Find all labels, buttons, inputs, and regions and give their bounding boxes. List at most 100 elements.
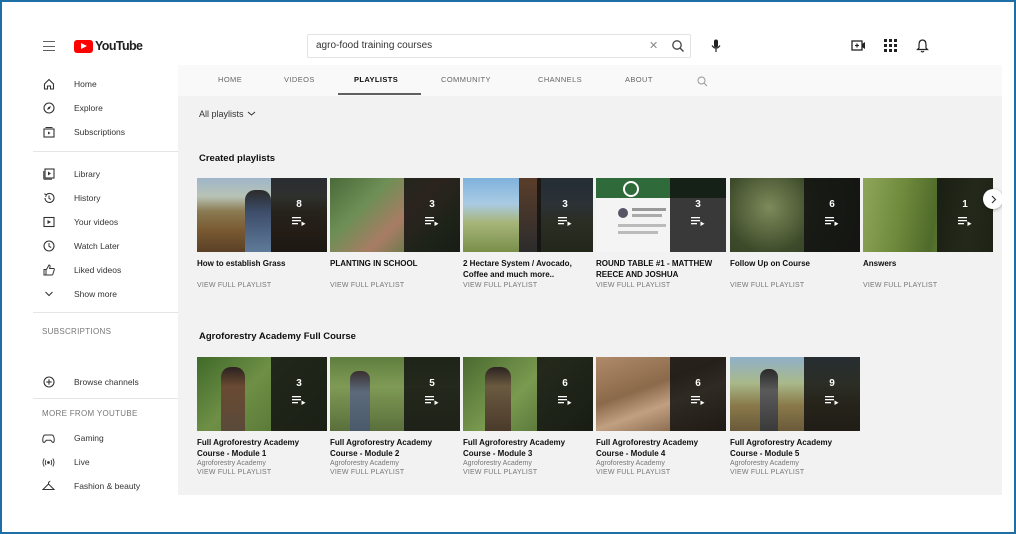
playlist-card[interactable]: 6 Follow Up on Course VIEW FULL PLAYLIST [730, 178, 860, 289]
view-full-playlist-link[interactable]: VIEW FULL PLAYLIST [463, 469, 593, 476]
playlist-thumbnail[interactable]: 8 [197, 178, 327, 252]
video-count: 3 [429, 199, 435, 210]
sidebar-item-subscriptions[interactable]: Subscriptions [33, 123, 178, 141]
playlist-title[interactable]: Full Agroforestry Academy Course - Modul… [730, 437, 860, 459]
carousel-next-button[interactable] [983, 189, 1002, 209]
playlist-card[interactable]: 8 How to establish Grass VIEW FULL PLAYL… [197, 178, 327, 289]
playlist-filter-dropdown[interactable]: All playlists [199, 109, 256, 119]
sidebar-item-library[interactable]: Library [33, 165, 178, 183]
playlist-thumbnail[interactable]: 3 [197, 357, 327, 431]
view-full-playlist-link[interactable]: VIEW FULL PLAYLIST [596, 282, 726, 289]
text-line [618, 224, 666, 227]
sidebar-item-explore[interactable]: Explore [33, 99, 178, 117]
tab-videos[interactable]: VIDEOS [284, 75, 315, 84]
playlist-thumbnail[interactable]: 5 [330, 357, 460, 431]
sidebar-divider [33, 398, 178, 399]
playlist-title[interactable]: ROUND TABLE #1 - MATTHEW REECE AND JOSHU… [596, 258, 726, 280]
view-full-playlist-link[interactable]: VIEW FULL PLAYLIST [730, 282, 860, 289]
playlist-title[interactable]: How to establish Grass [197, 258, 327, 280]
video-count: 6 [695, 378, 701, 389]
playlist-thumbnail[interactable]: 1 [863, 178, 993, 252]
video-count: 6 [829, 199, 835, 210]
youtube-window: YouTube agro-food training courses ✕ Hom… [33, 27, 1002, 495]
playlist-title[interactable]: Full Agroforestry Academy Course - Modul… [330, 437, 460, 459]
apps-grid-icon[interactable] [884, 39, 897, 57]
tab-community[interactable]: COMMUNITY [441, 75, 491, 84]
sidebar-item-label: Watch Later [74, 241, 120, 251]
view-full-playlist-link[interactable]: VIEW FULL PLAYLIST [197, 282, 327, 289]
playlist-play-icon [292, 213, 306, 231]
playlist-title[interactable]: Follow Up on Course [730, 258, 860, 280]
playlist-card[interactable]: 9 Full Agroforestry Academy Course - Mod… [730, 357, 860, 476]
channel-name[interactable]: Agroforestry Academy [596, 460, 726, 467]
view-full-playlist-link[interactable]: VIEW FULL PLAYLIST [863, 282, 993, 289]
playlist-card[interactable]: 3 2 Hectare System / Avocado, Coffee and… [463, 178, 593, 289]
search-query-text: agro-food training courses [316, 40, 433, 51]
playlist-title[interactable]: Answers [863, 258, 993, 280]
playlist-count-overlay: 3 [537, 178, 593, 252]
search-input[interactable]: agro-food training courses ✕ [307, 34, 691, 58]
playlist-thumbnail[interactable]: 6 [463, 357, 593, 431]
sidebar-item-label: Liked videos [74, 265, 122, 275]
playlist-title[interactable]: Full Agroforestry Academy Course - Modul… [596, 437, 726, 459]
close-icon[interactable]: ✕ [649, 39, 658, 52]
search-icon[interactable] [671, 38, 685, 54]
notifications-bell-icon[interactable] [916, 39, 929, 58]
playlist-thumbnail[interactable]: 9 [730, 357, 860, 431]
tab-home[interactable]: HOME [218, 75, 242, 84]
playlist-title[interactable]: PLANTING IN SCHOOL [330, 258, 460, 280]
channel-search-icon[interactable] [697, 74, 708, 92]
playlist-thumbnail[interactable]: 3 [463, 178, 593, 252]
playlist-thumbnail[interactable]: 6 [730, 178, 860, 252]
playlist-count-overlay: 5 [404, 357, 460, 431]
microphone-icon[interactable] [711, 39, 721, 58]
sidebar-item-gaming[interactable]: Gaming [33, 429, 178, 447]
compass-icon [42, 102, 55, 115]
sidebar-item-label: Fashion & beauty [74, 481, 141, 491]
sidebar-item-fashion-beauty[interactable]: Fashion & beauty [33, 477, 178, 495]
playlist-card[interactable]: 1 Answers VIEW FULL PLAYLIST [863, 178, 993, 289]
tab-playlists[interactable]: PLAYLISTS [354, 75, 398, 84]
playlist-card[interactable]: 6 Full Agroforestry Academy Course - Mod… [463, 357, 593, 476]
playlist-thumbnail[interactable]: 3 [330, 178, 460, 252]
playlist-play-icon [958, 213, 972, 231]
playlist-card[interactable]: 5 Full Agroforestry Academy Course - Mod… [330, 357, 460, 476]
playlist-count-overlay: 3 [404, 178, 460, 252]
playlist-title[interactable]: Full Agroforestry Academy Course - Modul… [197, 437, 327, 459]
create-video-icon[interactable] [851, 39, 866, 57]
playlist-title[interactable]: 2 Hectare System / Avocado, Coffee and m… [463, 258, 593, 280]
view-full-playlist-link[interactable]: VIEW FULL PLAYLIST [463, 282, 593, 289]
channel-name[interactable]: Agroforestry Academy [330, 460, 460, 467]
hamburger-menu-icon[interactable] [43, 41, 55, 51]
channel-name[interactable]: Agroforestry Academy [463, 460, 593, 467]
playlist-title[interactable]: Full Agroforestry Academy Course - Modul… [463, 437, 593, 459]
view-full-playlist-link[interactable]: VIEW FULL PLAYLIST [596, 469, 726, 476]
sidebar-item-label: Library [74, 169, 100, 179]
playlist-card[interactable]: 6 Full Agroforestry Academy Course - Mod… [596, 357, 726, 476]
tab-channels[interactable]: CHANNELS [538, 75, 582, 84]
view-full-playlist-link[interactable]: VIEW FULL PLAYLIST [730, 469, 860, 476]
playlist-card[interactable]: 3 PLANTING IN SCHOOL VIEW FULL PLAYLIST [330, 178, 460, 289]
sidebar-item-show-more[interactable]: Show more [33, 285, 178, 303]
sidebar-item-watch-later[interactable]: Watch Later [33, 237, 178, 255]
sidebar-item-your-videos[interactable]: Your videos [33, 213, 178, 231]
tab-about[interactable]: ABOUT [625, 75, 653, 84]
channel-name[interactable]: Agroforestry Academy [730, 460, 860, 467]
video-count: 6 [562, 378, 568, 389]
view-full-playlist-link[interactable]: VIEW FULL PLAYLIST [330, 469, 460, 476]
view-full-playlist-link[interactable]: VIEW FULL PLAYLIST [330, 282, 460, 289]
playlist-thumbnail[interactable]: 6 [596, 357, 726, 431]
youtube-logo[interactable]: YouTube [74, 39, 143, 53]
view-full-playlist-link[interactable]: VIEW FULL PLAYLIST [197, 469, 327, 476]
playlist-count-overlay: 1 [937, 178, 993, 252]
playlist-card[interactable]: 3 ROUND TABLE #1 - MATTHEW REECE AND JOS… [596, 178, 726, 289]
sidebar-item-live[interactable]: Live [33, 453, 178, 471]
channel-name[interactable]: Agroforestry Academy [197, 460, 327, 467]
video-count: 9 [829, 378, 835, 389]
sidebar-item-browse-channels[interactable]: Browse channels [33, 373, 178, 391]
sidebar-item-liked-videos[interactable]: Liked videos [33, 261, 178, 279]
sidebar-item-home[interactable]: Home [33, 75, 178, 93]
playlist-card[interactable]: 3 Full Agroforestry Academy Course - Mod… [197, 357, 327, 476]
playlist-thumbnail[interactable]: 3 [596, 178, 726, 252]
sidebar-item-history[interactable]: History [33, 189, 178, 207]
